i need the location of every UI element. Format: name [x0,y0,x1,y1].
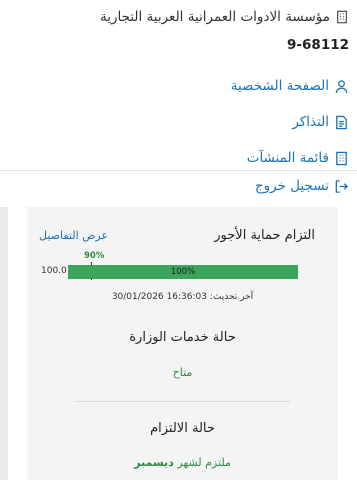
building-icon [336,151,347,165]
org-header: مؤسسة الادوات العمرانية العربية التجارية [8,9,349,25]
bar-max-label: 100.0 [41,266,67,276]
logout-label: تسجيل خروج [254,178,329,194]
progress-bar-fill: 100% [68,265,298,279]
user-icon [335,79,348,93]
last-updated: آخر تحديث: 16:36:03 30/01/2026 [27,292,338,302]
org-name: مؤسسة الادوات العمرانية العربية التجارية [99,9,330,25]
menu-item-label: الصفحة الشخصية [230,78,329,94]
compliance-status-month: ديسمبر [134,456,174,469]
menu-item-tickets[interactable]: التذاكر [8,104,349,140]
menu-item-label: التذاكر [292,114,329,130]
compliance-status: ملتزم لشهر ديسمبر [27,456,338,469]
logout-button[interactable]: تسجيل خروج [255,178,349,194]
logout-icon [335,179,349,193]
wage-protection-title: التزام حماية الأجور [214,228,315,243]
section-divider [75,401,290,402]
menu-item-profile[interactable]: الصفحة الشخصية [8,68,349,104]
status-card: التزام حماية الأجور عرض التفاصيل 90% 100… [27,207,338,480]
divider [0,170,357,171]
compliance-progress-bar: 100% [68,265,298,279]
ministry-services-title: حالة خدمات الوزارة [129,330,236,345]
scroll-strip [0,207,8,480]
compliance-status-prefix: ملتزم لشهر [177,456,231,469]
menu-item-label: قائمة المنشآت [246,150,329,166]
target-marker-label: 90% [84,251,105,261]
ticket-icon [336,115,347,129]
sidebar-menu: الصفحة الشخصية التذاكر قائمة المنشآت [8,68,349,176]
org-id: 9-68112 [287,37,349,53]
last-updated-value: 16:36:03 30/01/2026 [111,292,207,302]
ministry-services-status: متاح [172,366,193,379]
last-updated-label: آخر تحديث: [209,292,254,302]
view-details-link[interactable]: عرض التفاصيل [39,229,108,242]
progress-value-label: 100% [170,267,196,277]
compliance-title: حالة الالتزام [150,421,215,436]
building-icon [337,10,347,24]
page: مؤسسة الادوات العمرانية العربية التجارية… [0,0,357,480]
